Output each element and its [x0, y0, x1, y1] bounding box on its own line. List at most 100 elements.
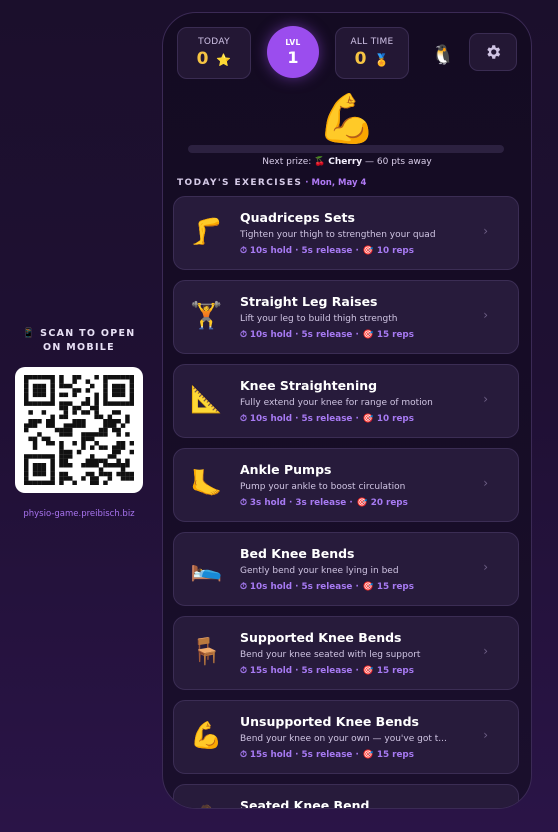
- qr-module: [120, 401, 126, 406]
- qr-module: [28, 419, 33, 424]
- star-icon: ⭐: [216, 53, 232, 67]
- qr-module: [59, 383, 64, 389]
- qr-module: [112, 454, 117, 459]
- qr-module: [63, 476, 69, 481]
- qr-module: [59, 458, 64, 464]
- today-stat: TODAY 0 ⭐: [177, 27, 251, 79]
- all-time-stat: ALL TIME 0 🏅: [335, 27, 409, 79]
- qr-url[interactable]: physio-game.preibisch.biz: [14, 509, 144, 519]
- level-value: 1: [287, 48, 299, 67]
- qr-module: [116, 401, 121, 406]
- qr-module: [76, 405, 82, 411]
- qr-module: [98, 471, 104, 477]
- qr-module: [32, 467, 38, 472]
- qr-module: [37, 467, 42, 472]
- qr-module: [103, 383, 108, 389]
- exercise-description: Pump your ankle to boost circulation: [240, 482, 406, 492]
- qr-module: [32, 463, 38, 468]
- qr-module: [50, 471, 55, 477]
- exercise-card[interactable]: 🧘Seated Knee Bend›: [173, 784, 519, 808]
- chevron-right-icon: ›: [483, 476, 488, 490]
- next-prize-distance: — 60 pts away: [362, 157, 432, 167]
- qr-module: [107, 375, 113, 380]
- qr-module: [59, 427, 64, 433]
- exercise-reps: 🎯 20 reps: [356, 498, 408, 508]
- qr-module: [81, 410, 86, 415]
- qr-module: [72, 379, 77, 384]
- cherry-icon: 🍒: [314, 157, 326, 167]
- qr-module: [125, 458, 130, 464]
- penguin-mascot-icon[interactable]: 🐧: [431, 43, 455, 66]
- qr-module: [125, 471, 130, 477]
- exercise-card[interactable]: 📐 Knee Straightening Fully extend your kne…: [173, 364, 519, 438]
- qr-module: [76, 375, 82, 380]
- qr-module: [116, 410, 121, 415]
- qr-module: [107, 423, 113, 428]
- exercise-card[interactable]: 🛌 Bed Knee Bends Gently bend your knee lyi…: [173, 532, 519, 606]
- qr-module: [72, 405, 77, 411]
- exercise-timing: ⏱ 10s hold · 5s release ·: [240, 330, 359, 340]
- qr-module: [125, 432, 130, 437]
- qr-module: [85, 397, 91, 402]
- qr-module: [129, 401, 134, 406]
- exercise-timing: ⏱ 10s hold · 5s release ·: [240, 246, 359, 256]
- qr-module: [94, 480, 99, 485]
- qr-module: [98, 432, 104, 437]
- exercise-card[interactable]: 🦵 Quadriceps Sets Tighten your thigh to st…: [173, 196, 519, 270]
- exercise-card[interactable]: 🦶 Ankle Pumps Pump your ankle to boost cir…: [173, 448, 519, 522]
- qr-module: [28, 454, 33, 459]
- qr-module: [85, 436, 91, 442]
- qr-module: [41, 388, 47, 393]
- chevron-right-icon: ›: [483, 308, 488, 322]
- qr-module: [103, 471, 108, 477]
- qr-module: [24, 463, 29, 468]
- qr-module: [24, 467, 29, 472]
- qr-module: [125, 375, 130, 380]
- qr-module: [63, 392, 69, 398]
- qr-module: [72, 480, 77, 485]
- qr-module: [63, 405, 69, 411]
- qr-module: [41, 480, 47, 485]
- qr-module: [72, 375, 77, 380]
- qr-module: [81, 463, 86, 468]
- qr-module: [129, 383, 134, 389]
- exercise-card[interactable]: 💪 Unsupported Knee Bends Bend your knee on…: [173, 700, 519, 774]
- exercise-meta: ⏱ 3s hold · 3s release · 🎯 20 reps: [240, 498, 408, 508]
- qr-module: [85, 458, 91, 464]
- exercise-meta: ⏱ 10s hold · 5s release · 🎯 15 reps: [240, 582, 414, 592]
- exercise-card[interactable]: 🪑 Supported Knee Bends Bend your knee seat…: [173, 616, 519, 690]
- qr-module: [37, 480, 42, 485]
- today-points: 0: [196, 49, 209, 69]
- qr-module: [24, 471, 29, 477]
- qr-module: [120, 392, 126, 398]
- qr-module: [85, 463, 91, 468]
- qr-module: [72, 388, 77, 393]
- qr-module: [103, 423, 108, 428]
- qr-module: [28, 410, 33, 415]
- qr-module: [120, 467, 126, 472]
- qr-code[interactable]: [15, 367, 143, 493]
- qr-module: [120, 375, 126, 380]
- qr-module: [90, 476, 95, 481]
- qr-module: [37, 463, 42, 468]
- qr-module: [107, 471, 113, 477]
- exercise-card[interactable]: 🏋️ Straight Leg Raises Lift your leg to bu…: [173, 280, 519, 354]
- settings-button[interactable]: [469, 33, 517, 71]
- qr-module: [107, 401, 113, 406]
- qr-module: [68, 476, 73, 481]
- strength-hero-icon: 💪: [317, 91, 377, 147]
- qr-module: [32, 419, 38, 424]
- qr-module: [129, 471, 134, 477]
- qr-module: [59, 476, 64, 481]
- qr-module: [68, 449, 73, 455]
- qr-module: [116, 427, 121, 433]
- qr-module: [81, 419, 86, 424]
- qr-module: [103, 397, 108, 402]
- qr-module: [103, 401, 108, 406]
- all-time-points: 0: [354, 49, 367, 69]
- qr-module: [24, 427, 29, 433]
- qr-module: [24, 379, 29, 384]
- qr-module: [63, 427, 69, 433]
- qr-module: [116, 463, 121, 468]
- qr-module: [85, 410, 91, 415]
